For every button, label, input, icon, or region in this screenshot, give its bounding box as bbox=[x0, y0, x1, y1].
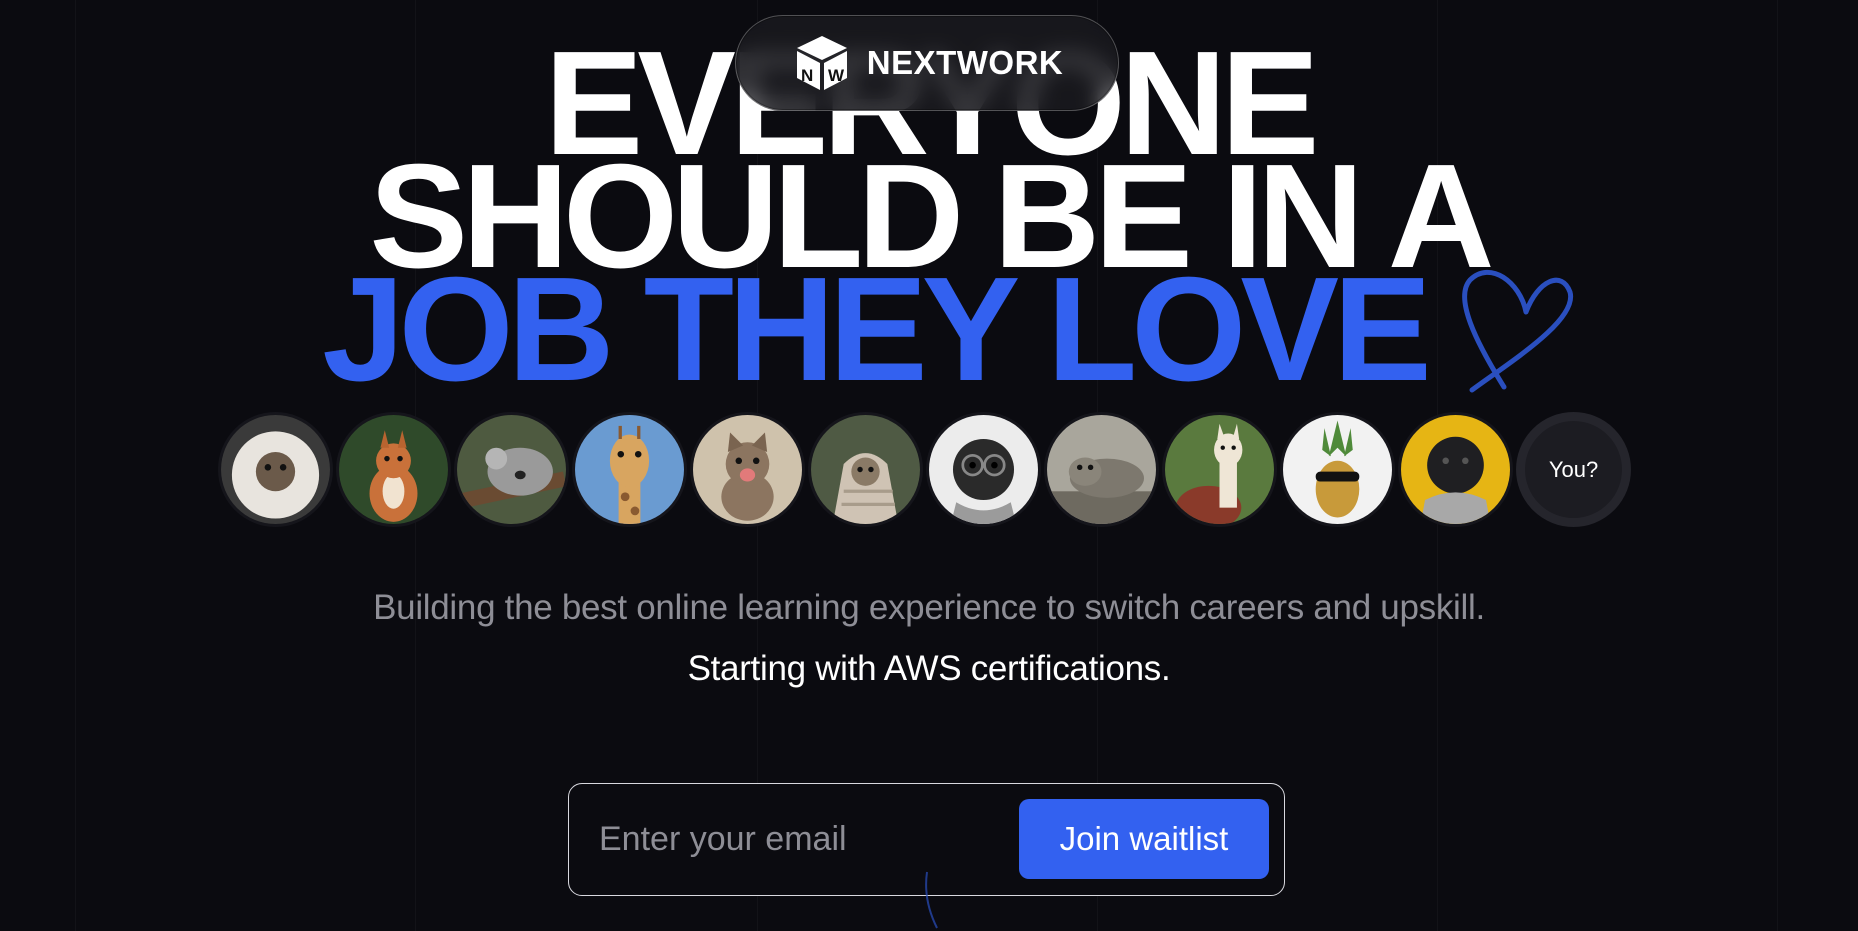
email-input[interactable] bbox=[599, 808, 979, 870]
you-avatar-placeholder[interactable]: You? bbox=[1516, 412, 1631, 527]
pineapple-sunglasses-avatar bbox=[1280, 412, 1395, 527]
squirrel-avatar bbox=[336, 412, 451, 527]
kitten-avatar bbox=[690, 412, 805, 527]
squiggle-decoration bbox=[925, 871, 938, 929]
black-pug-avatar bbox=[1398, 412, 1513, 527]
brand-pill[interactable]: N W NEXTWORK bbox=[735, 15, 1119, 111]
join-waitlist-button[interactable]: Join waitlist bbox=[1019, 799, 1269, 879]
svg-text:W: W bbox=[828, 66, 845, 85]
giraffe-avatar bbox=[572, 412, 687, 527]
brand-name: NEXTWORK bbox=[866, 44, 1064, 81]
cube-logo-icon: N W bbox=[796, 36, 847, 90]
avatar-row: You? bbox=[218, 412, 1631, 527]
pug-glasses-avatar bbox=[926, 412, 1041, 527]
pug-blanket-avatar bbox=[808, 412, 923, 527]
seal-avatar bbox=[1044, 412, 1159, 527]
svg-text:N: N bbox=[801, 66, 813, 85]
fluffy-pug-avatar bbox=[218, 412, 333, 527]
tagline: Building the best online learning experi… bbox=[373, 588, 1485, 627]
koala-avatar bbox=[454, 412, 569, 527]
heart-outline-icon bbox=[1462, 269, 1574, 393]
landing-page: EVERYONE SHOULD BE IN A JOB THEY LOVE N … bbox=[0, 0, 1858, 931]
tagline-secondary: Starting with AWS certifications. bbox=[687, 649, 1171, 688]
alpaca-avatar bbox=[1162, 412, 1277, 527]
